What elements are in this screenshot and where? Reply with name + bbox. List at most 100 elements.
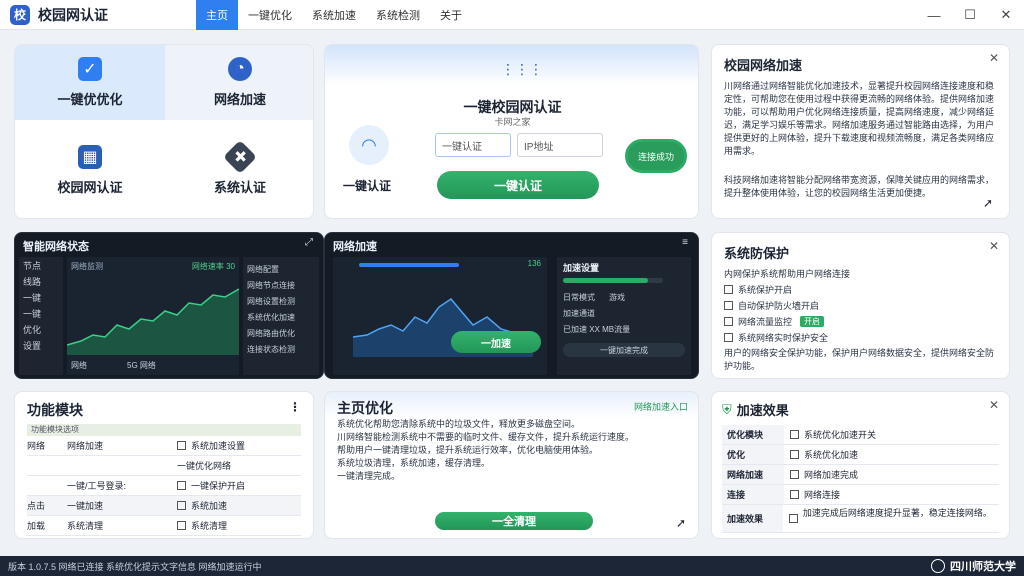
module-row: 网络 网络加速 系统加速设置: [27, 436, 301, 456]
smart-list-item[interactable]: 网络路由优化: [247, 325, 315, 341]
protect-card: ✕ 系统防保护 内网保护系统帮助用户网络连接 系统保护开启 自动保护防火墙开启 …: [711, 232, 1010, 379]
checkbox[interactable]: [724, 316, 733, 326]
title-bar: 校 校园网认证 主页 一键优化 系统加速 系统检测 关于 — ☐ ✕: [0, 0, 1024, 30]
clean-line: 系统垃圾清理，系统加速，缓存清理。: [337, 458, 491, 468]
close-icon[interactable]: ✕: [989, 398, 999, 412]
smart-title: 智能网络状态: [23, 241, 89, 253]
speed-card: 网络加速 ≡ 136 一加速 加速设置 日常模式 游戏 加速通道 已加速 XX …: [324, 232, 699, 379]
tab-optimize[interactable]: 一键优化: [238, 0, 302, 30]
tile-campus[interactable]: ▦ 校园网认证: [15, 133, 165, 208]
effect-row-key: 连接: [722, 485, 784, 504]
close-icon[interactable]: ✕: [989, 239, 999, 253]
minimize-button[interactable]: —: [916, 0, 952, 30]
checkbox[interactable]: [724, 284, 733, 294]
module-row-key: 网络: [27, 441, 46, 451]
main-tabs: 主页 一键优化 系统加速 系统检测 关于: [196, 0, 472, 30]
effect-row-key: 网络加速: [722, 465, 784, 484]
protect-item-label: 自动保护防火墙开启: [738, 300, 820, 311]
tab-about[interactable]: 关于: [430, 0, 472, 30]
tab-home[interactable]: 主页: [196, 0, 238, 30]
checkbox[interactable]: [724, 300, 733, 310]
ip-input[interactable]: IP地址: [517, 133, 603, 157]
effect-row: 优化模块 系统优化加速开关: [722, 425, 999, 445]
tile-speed[interactable]: ◔ 网络加速: [165, 45, 313, 120]
effect-title: 加速效果: [736, 403, 789, 418]
menu-icon[interactable]: ≡: [682, 237, 688, 248]
tile-optimize[interactable]: ✓ 一键优优化: [15, 45, 165, 120]
speed-opt3: 已加速 XX MB流量: [563, 324, 631, 334]
clean-tag[interactable]: 网络加速入口: [634, 400, 688, 413]
accel-info-card: ✕ 校园网络加速 川网络通过网络智能优化加速技术，显著提升校园网络连接速度和稳定…: [711, 44, 1010, 219]
smart-traffic-graph: [67, 288, 239, 355]
module-row: 一键/工号登录: 一键保护开启: [27, 476, 301, 496]
more-icon[interactable]: ⋮: [289, 400, 301, 414]
wifi-icon: ◠: [349, 125, 389, 165]
checkbox[interactable]: [177, 501, 186, 510]
tab-check[interactable]: 系统检测: [366, 0, 430, 30]
module-row-value: 一键/工号登录:: [67, 481, 127, 491]
protect-item[interactable]: 系统保护开启: [724, 281, 997, 297]
smart-side-item[interactable]: 一键: [19, 305, 63, 321]
checkbox[interactable]: [790, 430, 799, 439]
smart-list-item[interactable]: 网络配置: [247, 261, 315, 277]
speed-opt1-row[interactable]: 日常模式 游戏: [563, 289, 685, 305]
speed-button[interactable]: 一加速: [451, 331, 541, 353]
checkbox[interactable]: [177, 441, 186, 450]
speed-footer[interactable]: 一键加速完成: [563, 343, 685, 357]
smart-metric: 网络速率 30: [191, 262, 235, 271]
maximize-button[interactable]: ☐: [952, 0, 988, 30]
protect-note: 用户的网络安全保护功能，保护用户网络数据安全，提供网络安全防护功能。: [724, 348, 995, 371]
expand-icon[interactable]: ⤢: [305, 237, 313, 248]
smart-list-item[interactable]: 连接状态检测: [247, 341, 315, 357]
tab-speed[interactable]: 系统加速: [302, 0, 366, 30]
status-bar: 版本 1.0.7.5 网络已连接 系统优化提示文字信息 网络加速运行中 四川师范…: [0, 556, 1024, 576]
speed-graph-panel: 136 一加速: [333, 257, 547, 375]
smart-footer-mid: 5G 网络: [127, 361, 156, 370]
protect-item-label: 网络流量监控: [738, 316, 793, 327]
status-text: 版本 1.0.7.5 网络已连接 系统优化提示文字信息 网络加速运行中: [8, 561, 262, 572]
protect-item[interactable]: 系统网络实时保护安全: [724, 329, 997, 345]
smart-side-item[interactable]: 优化: [19, 321, 63, 337]
module-card: 功能模块 ⋮ 功能模块选项 网络 网络加速 系统加速设置 一键优化网络 一键/工…: [14, 391, 314, 539]
checkbox[interactable]: [790, 470, 799, 479]
shield-icon: ⛨: [722, 401, 732, 417]
smart-side-item[interactable]: 设置: [19, 337, 63, 353]
effect-row-value: 网络加速完成: [804, 470, 859, 480]
account-input[interactable]: 一键认证: [435, 133, 511, 157]
effect-row-key: 加速效果: [722, 505, 783, 532]
checkbox[interactable]: [724, 332, 733, 342]
smart-footer-left: 网络: [71, 361, 87, 370]
effect-card: ✕ ⛨ 加速效果 优化模块 系统优化加速开关 优化 系统优化加速 网络加速 网络加速完…: [711, 391, 1010, 539]
smart-list-item[interactable]: 系统优化加速: [247, 309, 315, 325]
app-logo: 校: [10, 4, 30, 25]
quick-actions-card: ✓ 一键优优化 ◔ 网络加速 ▦ 校园网认证 ✚ 系统认证: [14, 44, 314, 219]
protect-item-label: 系统网络实时保护安全: [738, 332, 829, 343]
checkbox[interactable]: [790, 450, 799, 459]
speed-level-fill: [563, 278, 648, 283]
smart-list-item[interactable]: 网络节点连接: [247, 277, 315, 293]
checkbox[interactable]: [788, 514, 798, 523]
protect-item[interactable]: 自动保护防火墙开启: [724, 297, 997, 313]
module-row-value: 网络加速: [67, 441, 104, 451]
checkbox[interactable]: [790, 490, 799, 499]
checkbox[interactable]: [177, 481, 186, 490]
smart-side-item[interactable]: 线路: [19, 273, 63, 289]
module-row-value: 系统清理: [67, 521, 104, 531]
auth-button[interactable]: 一键认证: [437, 171, 599, 199]
smart-side-item[interactable]: 一键: [19, 289, 63, 305]
smart-side-item[interactable]: 节点: [19, 257, 63, 273]
protect-item[interactable]: 网络流量监控 开启: [724, 313, 997, 329]
smart-network-card: 智能网络状态 ⤢ 节点 线路 一键 一键 优化 设置 网络监测 网络速率 30 …: [14, 232, 324, 379]
speed-opt2[interactable]: 加速通道: [563, 305, 685, 321]
smart-legend: 网络监测: [71, 262, 103, 271]
checkbox[interactable]: [177, 521, 186, 530]
tile-sys-auth[interactable]: ✚ 系统认证: [165, 133, 313, 208]
close-button[interactable]: ✕: [988, 0, 1024, 30]
clean-button[interactable]: 一全清理: [435, 512, 593, 530]
connected-badge: 连接成功: [625, 139, 687, 173]
smart-list-item[interactable]: 网络设置检测: [247, 293, 315, 309]
gauge-icon: ◔: [228, 57, 252, 81]
app-title: 校园网认证: [38, 6, 108, 23]
tile-optimize-label: 一键优优化: [57, 92, 123, 107]
close-icon[interactable]: ✕: [989, 51, 999, 65]
